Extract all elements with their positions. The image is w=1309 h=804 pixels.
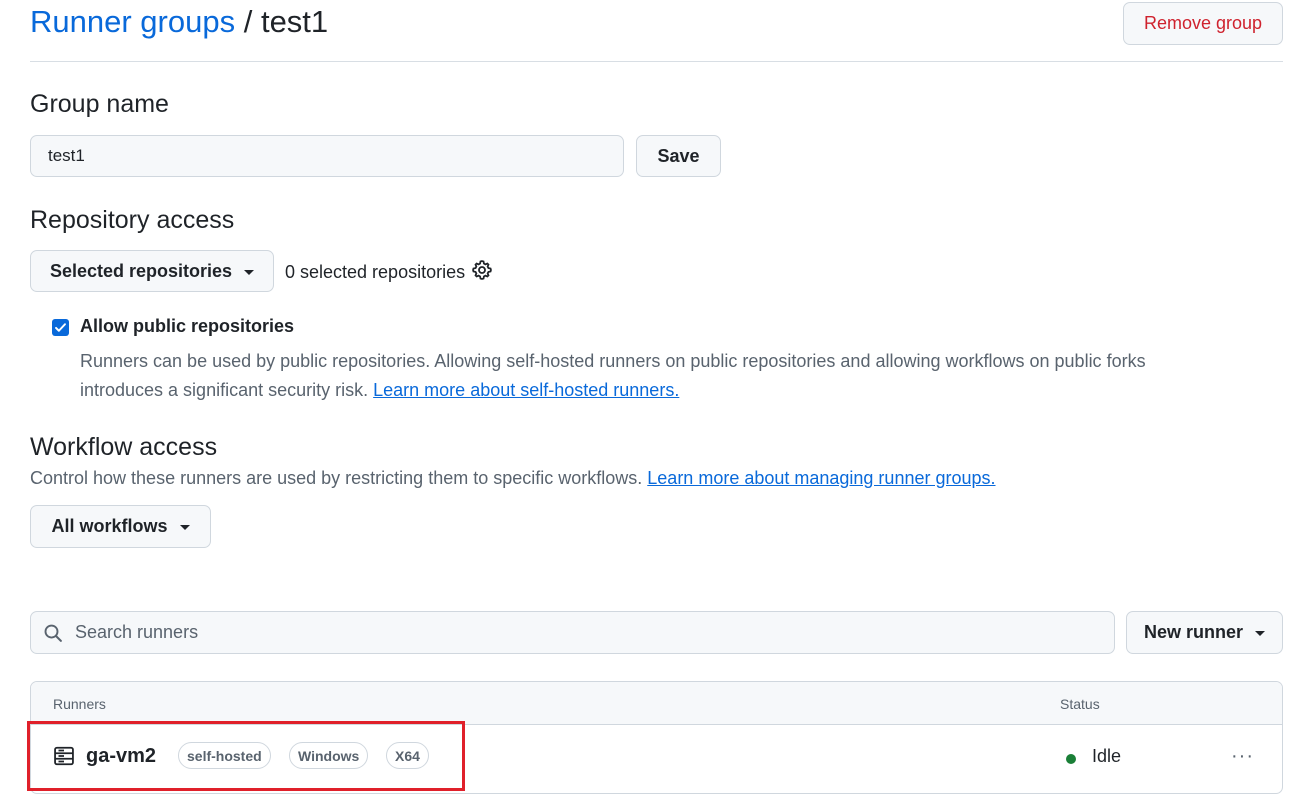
column-header-runners: Runners: [53, 696, 106, 712]
group-name-heading: Group name: [30, 90, 169, 118]
runners-table: Runners Status ga-vm2 self-hosted Window…: [30, 681, 1283, 794]
save-button[interactable]: Save: [636, 135, 721, 177]
breadcrumb-current: test1: [260, 4, 329, 39]
allow-public-label[interactable]: Allow public repositories: [80, 316, 294, 337]
checkmark-icon: [55, 323, 66, 332]
gear-icon[interactable]: [471, 259, 493, 286]
runner-label-badge: Windows: [289, 742, 369, 769]
allow-public-checkbox[interactable]: [52, 319, 69, 336]
workflow-access-description: Control how these runners are used by re…: [30, 468, 996, 489]
column-header-status: Status: [1060, 696, 1100, 712]
repository-access-heading: Repository access: [30, 206, 235, 234]
breadcrumb: Runner groups / test1: [30, 2, 328, 42]
runner-name-link[interactable]: ga-vm2: [86, 745, 156, 768]
new-runner-button[interactable]: New runner: [1126, 611, 1283, 654]
caret-down-icon: [244, 269, 255, 275]
search-runners-input[interactable]: Search runners: [30, 611, 1115, 654]
workflow-access-dropdown-label: All workflows: [51, 516, 168, 536]
workflow-access-dropdown[interactable]: All workflows: [30, 505, 211, 548]
caret-down-icon: [179, 525, 190, 530]
learn-more-self-hosted-link[interactable]: Learn more about self-hosted runners.: [373, 380, 679, 400]
search-icon: [44, 624, 62, 642]
caret-down-icon: [1255, 631, 1266, 636]
breadcrumb-runner-groups-link[interactable]: Runner groups: [30, 4, 235, 39]
selected-repositories-text: 0 selected repositories: [285, 262, 466, 282]
new-runner-label: New runner: [1143, 622, 1244, 642]
search-runners-placeholder: Search runners: [75, 622, 199, 642]
runners-table-header: Runners Status: [31, 682, 1282, 725]
runner-status: Idle: [1092, 746, 1122, 766]
server-icon: [54, 746, 74, 766]
breadcrumb-separator: /: [243, 4, 253, 39]
status-dot-icon: [1066, 754, 1076, 764]
more-options-icon[interactable]: ···: [1231, 745, 1254, 768]
runner-label-badge: X64: [386, 742, 429, 769]
selected-repositories-count: 0 selected repositories: [285, 259, 493, 286]
workflow-access-heading: Workflow access: [30, 433, 218, 461]
table-row[interactable]: ga-vm2 self-hosted Windows X64 Idle ···: [31, 725, 1282, 793]
workflow-access-description-text: Control how these runners are used by re…: [30, 468, 643, 488]
runner-label-badge: self-hosted: [178, 742, 271, 769]
header-divider: [30, 61, 1283, 62]
remove-group-button[interactable]: Remove group: [1123, 2, 1283, 45]
repository-access-dropdown[interactable]: Selected repositories: [30, 250, 274, 292]
repository-access-dropdown-label: Selected repositories: [49, 260, 233, 281]
allow-public-description: Runners can be used by public repositori…: [80, 347, 1230, 405]
learn-more-runner-groups-link[interactable]: Learn more about managing runner groups.: [647, 468, 995, 488]
group-name-input[interactable]: test1: [30, 135, 624, 177]
group-name-value: test1: [48, 146, 85, 165]
